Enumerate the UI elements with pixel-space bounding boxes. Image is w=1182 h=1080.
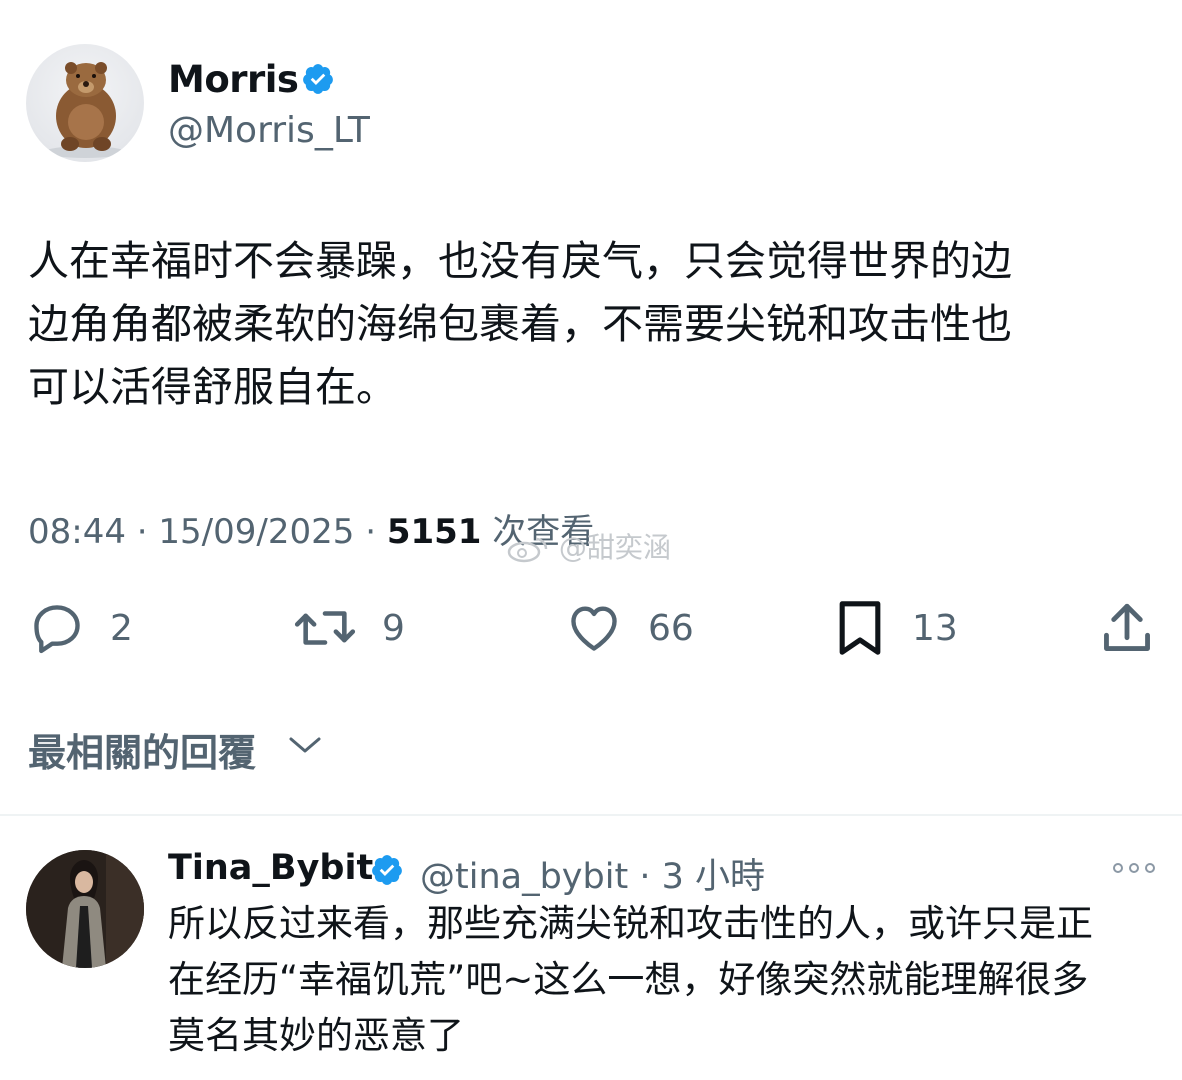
view-count: 5151 [386,512,482,552]
author-handle[interactable]: @Morris_LT [168,110,370,151]
replies-sort-dropdown[interactable]: 最相關的回覆 [28,722,256,777]
bookmark-count: 13 [912,607,958,649]
reply-author-display-name[interactable]: Tina_Bybit [168,848,373,888]
share-icon [1104,603,1150,651]
chevron-down-icon[interactable] [288,733,322,761]
author-display-name[interactable]: Morris [168,58,299,101]
meta-separator: · [639,857,651,897]
reply-meta: @tina_bybit · 3 小時 [420,848,765,899]
reply-action[interactable]: 2 [28,596,133,660]
tweet-time[interactable]: 08:44 [28,512,126,552]
watermark: @甜奕涵 [506,526,671,566]
reply-time[interactable]: 3 小時 [662,857,765,897]
like-count: 66 [648,607,694,649]
reply-author-handle[interactable]: @tina_bybit [420,857,628,897]
share-action[interactable] [1098,596,1156,660]
meta-separator: · [136,512,148,552]
verified-badge-icon [370,853,404,887]
bookmark-action[interactable]: 13 [832,596,958,660]
verified-badge-icon [301,62,335,96]
weibo-logo-icon [506,535,550,563]
reply-count: 2 [110,607,133,649]
reply-text: 所以反过来看，那些充满尖锐和攻击性的人，或许只是正 在经历“幸福饥荒”吧~这么一… [168,902,1093,1057]
section-divider [0,814,1182,816]
tweet-date[interactable]: 15/09/2025 [158,512,354,552]
bookmark-icon [839,601,881,655]
tweet-text: 人在幸福时不会暴躁，也没有戾气，只会觉得世界的边 边角角都被柔软的海绵包裹着，不… [28,237,1012,411]
retweet-count: 9 [382,607,405,649]
more-options-icon[interactable] [1112,860,1156,880]
reply-author-avatar[interactable] [26,850,144,968]
bear-avatar-icon [45,62,125,158]
heart-icon [571,606,617,651]
author-avatar[interactable] [26,44,144,162]
like-action[interactable]: 66 [564,596,694,660]
retweet-icon [294,611,356,645]
meta-separator: · [365,512,377,552]
person-avatar-icon [26,850,144,968]
reply-icon [34,605,80,654]
retweet-action[interactable]: 9 [292,596,405,660]
watermark-text: @甜奕涵 [558,531,671,564]
